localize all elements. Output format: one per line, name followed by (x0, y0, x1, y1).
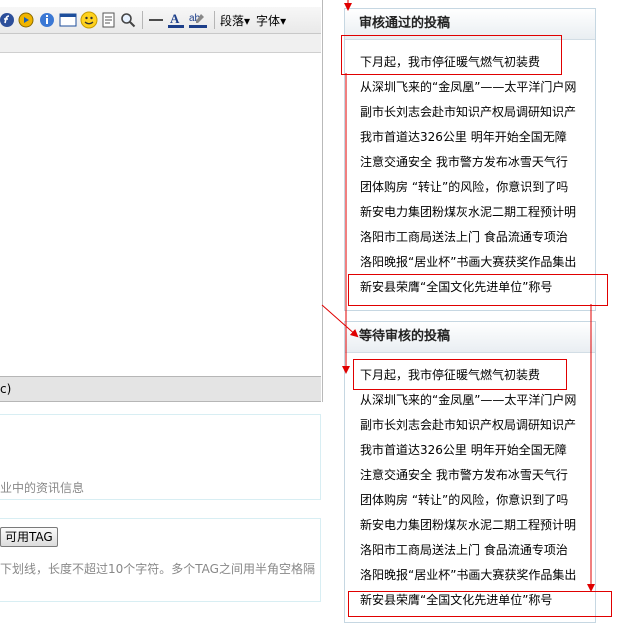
approved-post-item[interactable]: 注意交通安全 我市警方发布冰雪天气行 (360, 155, 582, 169)
editor-toolbar-row-2 (0, 34, 321, 53)
svg-text:A: A (170, 11, 180, 26)
font-label: 字体 (256, 13, 281, 28)
available-tag-button[interactable]: 可用TAG (0, 527, 58, 547)
editor-content-area[interactable] (0, 53, 321, 376)
pending-posts-title: 等待审核的投稿 (345, 322, 595, 353)
approved-post-item[interactable]: 副市长刘志会赴市知识产权局调研知识产 (360, 105, 582, 119)
paragraph-label: 段落 (220, 13, 245, 28)
paragraph-dropdown[interactable]: 段落▾ (220, 12, 250, 29)
emoticon-icon[interactable] (80, 11, 98, 29)
pending-post-item[interactable]: 团体购房 “转让”的风险，你意识到了吗 (360, 493, 582, 507)
annotation-box (341, 35, 562, 75)
chevron-down-icon: ▾ (280, 13, 287, 28)
template-icon[interactable] (101, 11, 117, 29)
horizontal-rule-icon[interactable] (148, 11, 164, 29)
pending-post-item[interactable]: 洛阳市工商局送法上门 食品流通专项治 (360, 543, 582, 557)
toolbar-divider (214, 11, 215, 29)
media-icon[interactable] (17, 11, 35, 29)
search-icon[interactable] (120, 11, 136, 29)
highlight-color-icon[interactable]: ab (188, 11, 208, 29)
approved-post-item[interactable]: 洛阳晚报“居业杯”书画大赛获奖作品集出 (360, 255, 582, 269)
approved-post-item[interactable]: 新安电力集团粉煤灰水泥二期工程预计明 (360, 205, 582, 219)
status-text: c) (0, 382, 12, 396)
approved-post-item[interactable]: 我市首道达326公里 明年开始全国无障 (360, 130, 582, 144)
approved-post-item[interactable]: 洛阳市工商局送法上门 食品流通专项治 (360, 230, 582, 244)
annotation-box (348, 591, 612, 617)
editor-statusbar: c) (0, 376, 321, 402)
approved-post-item[interactable]: 团体购房 “转让”的风险，你意识到了吗 (360, 180, 582, 194)
flash-icon[interactable] (0, 11, 14, 29)
rich-text-editor: A ab 段落▾ 字体▾ c) (0, 0, 323, 402)
chevron-down-icon: ▾ (244, 13, 251, 28)
annotation-box (348, 274, 608, 306)
info-icon[interactable] (38, 11, 56, 29)
pending-post-item[interactable]: 洛阳晚报“居业杯”书画大赛获奖作品集出 (360, 568, 582, 582)
toolbar-divider (142, 11, 143, 29)
font-dropdown[interactable]: 字体▾ (256, 12, 286, 29)
annotation-box (353, 359, 567, 390)
pending-post-item[interactable]: 新安电力集团粉煤灰水泥二期工程预计明 (360, 518, 582, 532)
editor-toolbar: A ab 段落▾ 字体▾ (0, 7, 321, 34)
tag-hint: 下划线，长度不超过10个字符。多个TAG之间用半角空格隔 (0, 562, 315, 576)
approved-post-item[interactable]: 从深圳飞来的“金凤凰”——太平洋门户网 (360, 80, 582, 94)
resource-hint: 业中的资讯信息 (0, 481, 85, 495)
pending-post-item[interactable]: 从深圳飞来的“金凤凰”——太平洋门户网 (360, 393, 582, 407)
pending-post-item[interactable]: 我市首道达326公里 明年开始全国无障 (360, 443, 582, 457)
pending-post-item[interactable]: 副市长刘志会赴市知识产权局调研知识产 (360, 418, 582, 432)
font-color-icon[interactable]: A (167, 11, 185, 29)
table-icon[interactable] (59, 11, 77, 29)
pending-post-item[interactable]: 注意交通安全 我市警方发布冰雪天气行 (360, 468, 582, 482)
